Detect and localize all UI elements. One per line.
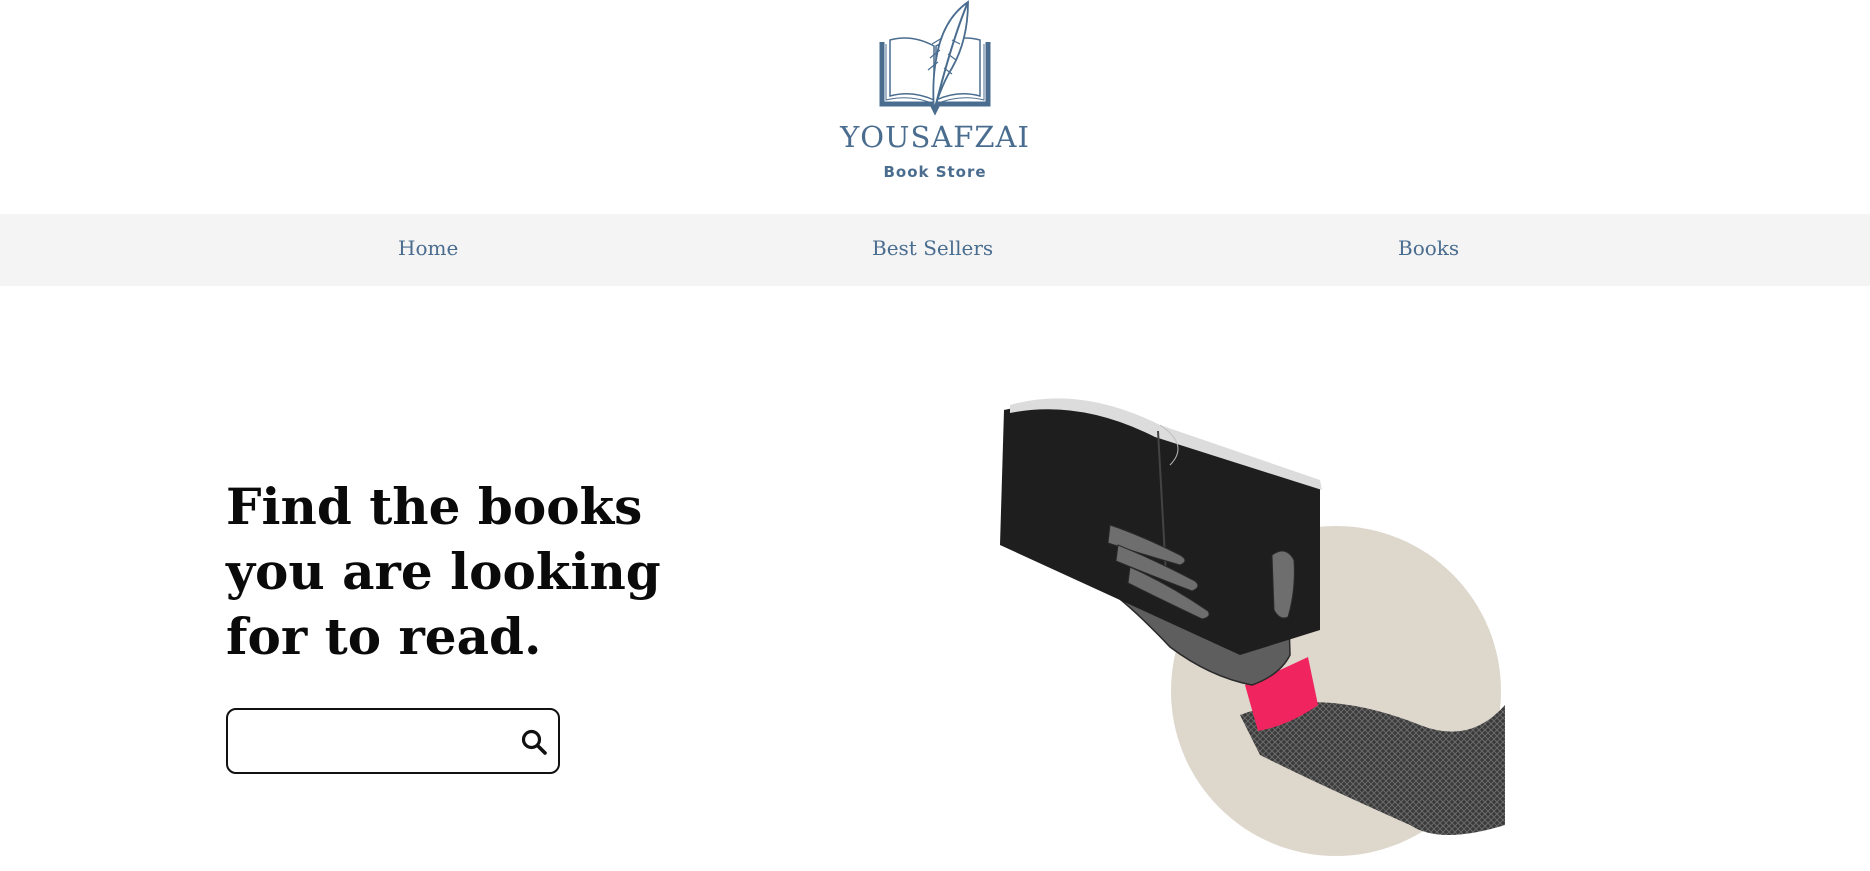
nav-item-home[interactable]: Home	[398, 236, 458, 260]
hero-title: Find the books you are looking for to re…	[226, 474, 696, 669]
hero-title-line-3: for to read.	[226, 607, 542, 666]
search-box	[226, 708, 560, 774]
site-header: YOUSAFZAI Book Store	[0, 0, 1870, 214]
hero-image-hand-holding-book	[1000, 398, 1505, 856]
main-nav: Home Best Sellers Books	[0, 214, 1870, 286]
brand-name: YOUSAFZAI	[840, 120, 1030, 154]
search-input[interactable]	[240, 720, 514, 764]
logo[interactable]: YOUSAFZAI Book Store	[820, 0, 1050, 190]
nav-item-books[interactable]: Books	[1398, 236, 1459, 260]
book-quill-icon	[879, 0, 991, 116]
search-icon[interactable]	[520, 728, 548, 756]
nav-item-best-sellers[interactable]: Best Sellers	[872, 236, 993, 260]
hero-title-line-1: Find the books	[226, 477, 643, 536]
brand-tagline: Book Store	[883, 163, 987, 181]
hero-title-line-2: you are looking	[226, 542, 661, 601]
book-cover	[1000, 405, 1320, 655]
